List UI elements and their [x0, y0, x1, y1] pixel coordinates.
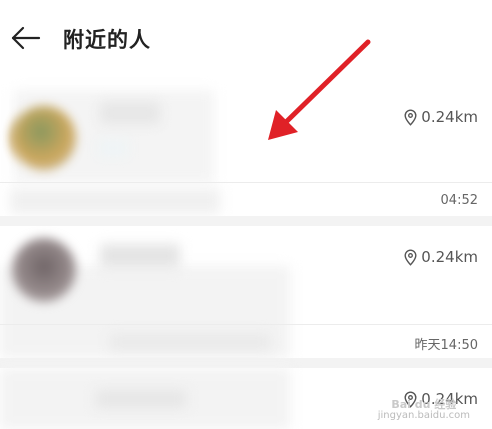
- row-divider: [0, 182, 492, 183]
- blurred-bio: [10, 188, 220, 214]
- blurred-bio: [110, 334, 270, 350]
- distance-label: 0.24km: [403, 108, 478, 126]
- watermark-logo: Bai du 经验: [391, 398, 457, 411]
- distance-label: 0.24km: [403, 248, 478, 266]
- avatar: [12, 238, 76, 302]
- back-arrow-icon[interactable]: [10, 24, 42, 52]
- location-pin-icon: [404, 108, 417, 126]
- location-pin-icon: [404, 248, 417, 266]
- section-divider: [0, 216, 492, 226]
- section-divider: [0, 358, 492, 368]
- blurred-username: [96, 390, 186, 408]
- timestamp: 昨天14:50: [414, 338, 478, 353]
- blurred-username: [100, 244, 180, 268]
- blurred-tag: [98, 140, 128, 156]
- person-card[interactable]: 0.24km 昨天14:50: [0, 226, 492, 358]
- app-header: 附近的人: [0, 0, 492, 80]
- blurred-username: [100, 102, 160, 124]
- watermark: Bai du 经验 jingyan.baidu.com: [378, 399, 470, 421]
- watermark-url: jingyan.baidu.com: [377, 410, 470, 421]
- avatar: [12, 106, 76, 170]
- timestamp: 04:52: [440, 193, 478, 208]
- page-title: 附近的人: [63, 28, 151, 52]
- person-card[interactable]: 0.24km 04:52: [0, 88, 492, 216]
- row-divider: [0, 324, 492, 325]
